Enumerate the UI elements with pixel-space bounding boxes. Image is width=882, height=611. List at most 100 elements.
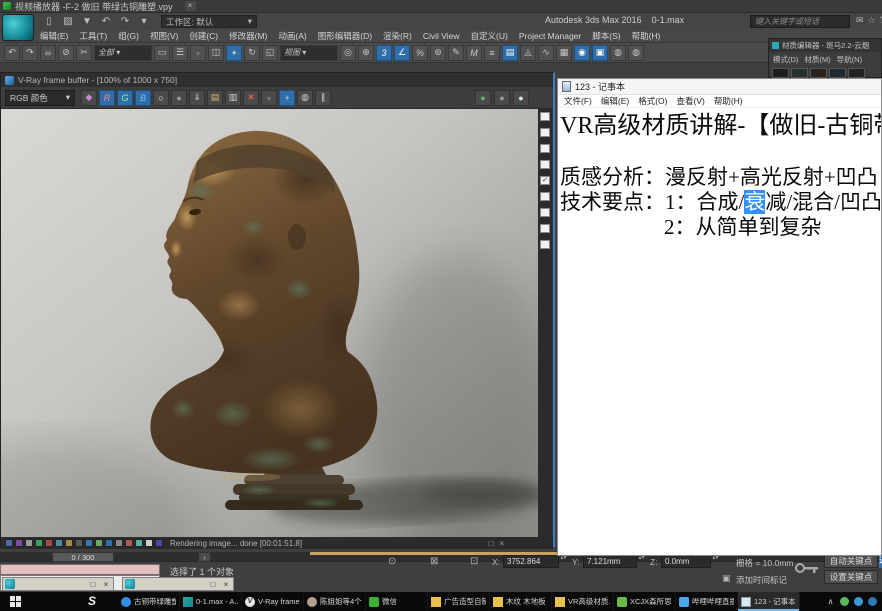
select-by-name-icon[interactable]: ☰: [172, 45, 188, 61]
select-and-rotate-icon[interactable]: ↻: [244, 45, 260, 61]
menu-item[interactable]: 渲染(R): [383, 30, 412, 42]
material-editor-titlebar[interactable]: 材质编辑器 - 斑马2.2-云烟: [769, 39, 881, 52]
tray-expand-icon[interactable]: ∧: [826, 597, 835, 606]
checkbox[interactable]: [540, 160, 550, 169]
load-image-icon[interactable]: ▤: [207, 90, 223, 106]
notepad-text-area[interactable]: VR高级材质讲解-【做旧-古铜带绿雕 质感分析：漫反射+高光反射+凹凸 技术要点…: [558, 108, 881, 240]
render-iterative-icon[interactable]: ◍: [628, 45, 644, 61]
vfb-status-icon[interactable]: [95, 539, 103, 547]
video-bar-close-button[interactable]: ×: [185, 1, 196, 11]
track-mouse-icon[interactable]: +: [279, 90, 295, 106]
window-crossing-icon[interactable]: ◫: [208, 45, 224, 61]
vfb-close-button[interactable]: ×: [499, 539, 504, 548]
new-scene-icon[interactable]: ▯: [42, 16, 56, 27]
material-editor-menu-item[interactable]: 导航(N): [837, 54, 862, 65]
set-key-button[interactable]: 设置关键点: [824, 570, 878, 584]
minimized-window-2[interactable]: □ ×: [122, 577, 234, 591]
copy-to-clipboard-icon[interactable]: ▥: [225, 90, 241, 106]
auto-key-button[interactable]: 自动关键点: [824, 554, 878, 568]
absolute-mode-icon[interactable]: ⊡: [470, 556, 478, 567]
max-application-menu-button[interactable]: [2, 14, 34, 41]
vfb-status-icon[interactable]: [145, 539, 153, 547]
unlink-selection-icon[interactable]: ⊘: [58, 45, 74, 61]
communication-center-icon[interactable]: ✉: [856, 15, 864, 26]
taskbar-item-folder-wood[interactable]: 木纹 木地板: [490, 592, 552, 611]
taskbar-item-browser[interactable]: 古铜带绿雕塑...: [118, 592, 180, 611]
clear-image-icon[interactable]: ✕: [243, 90, 259, 106]
undo-icon[interactable]: ↶: [99, 16, 113, 27]
taskbar-item-folder-ads[interactable]: 广告造型自制...: [428, 592, 490, 611]
vfb-status-icon[interactable]: [85, 539, 93, 547]
channel-select-dropdown[interactable]: RGB 颜色 ▾: [5, 90, 75, 106]
save-image-icon[interactable]: ⇓: [189, 90, 205, 106]
menu-item[interactable]: 脚本(S): [592, 30, 620, 42]
notepad-menu-item[interactable]: 格式(O): [638, 95, 667, 107]
checkbox[interactable]: ✓: [540, 176, 550, 185]
select-object-icon[interactable]: ▭: [154, 45, 170, 61]
menu-item[interactable]: 自定义(U): [471, 30, 508, 42]
percent-snap-icon[interactable]: %: [412, 45, 428, 61]
checkbox[interactable]: [540, 128, 550, 137]
taskbar-item-wechat[interactable]: 微信: [366, 592, 428, 611]
material-sample-slot[interactable]: [791, 68, 808, 78]
redo-scene-icon[interactable]: ↷: [22, 45, 38, 61]
taskbar-item-folder-vr[interactable]: VR高级材质...: [552, 592, 614, 611]
search-input[interactable]: 键入关键字或短语: [750, 15, 850, 28]
tray-green-icon[interactable]: [840, 597, 849, 606]
taskbar-item-live[interactable]: 哔哩哔哩直播...: [676, 592, 738, 611]
save-file-icon[interactable]: ▼: [80, 16, 94, 27]
qat-options-caret-icon[interactable]: ▾: [137, 16, 151, 27]
green-channel-icon[interactable]: G: [117, 90, 133, 106]
minimized-window-1[interactable]: □ ×: [2, 577, 114, 591]
y-coordinate-field[interactable]: 7.121mm: [583, 555, 637, 568]
z-spinner[interactable]: ▴▾: [712, 555, 719, 568]
render-setup-icon[interactable]: ◉: [574, 45, 590, 61]
menu-item[interactable]: Project Manager: [519, 31, 581, 41]
vfb-titlebar[interactable]: V-Ray frame buffer - [100% of 1000 x 750…: [1, 73, 553, 87]
menu-item[interactable]: 图形编辑器(D): [318, 30, 372, 42]
edit-named-selection-icon[interactable]: ✎: [448, 45, 464, 61]
time-slider-handle[interactable]: 0 / 300: [52, 552, 114, 562]
region-render-icon[interactable]: ◍: [297, 90, 313, 106]
vfb-status-icon[interactable]: [5, 539, 13, 547]
material-sample-slot[interactable]: [829, 68, 846, 78]
vfb-status-icon[interactable]: [75, 539, 83, 547]
vfb-status-icon[interactable]: [65, 539, 73, 547]
bind-to-spacewarp-icon[interactable]: ✂: [76, 45, 92, 61]
checkbox[interactable]: [540, 112, 550, 121]
lock-selection-icon[interactable]: ⊠: [430, 556, 438, 567]
monochrome-icon[interactable]: ●: [171, 90, 187, 106]
vfb-status-icon[interactable]: [105, 539, 113, 547]
close-icon[interactable]: ×: [101, 580, 111, 589]
y-spinner[interactable]: ▴▾: [638, 555, 645, 568]
graphite-ribbon-icon[interactable]: ◬: [520, 45, 536, 61]
vfb-status-icon[interactable]: [15, 539, 23, 547]
material-editor-menu-item[interactable]: 模式(D): [773, 54, 798, 65]
select-and-manipulate-icon[interactable]: ⊕: [358, 45, 374, 61]
taskbar-item-vray[interactable]: V V-Ray frame...: [242, 592, 304, 611]
duplicate-to-host-icon[interactable]: ▫: [261, 90, 277, 106]
notepad-menu-item[interactable]: 查看(V): [676, 95, 704, 107]
red-channel-icon[interactable]: R: [99, 90, 115, 106]
checkbox[interactable]: [540, 240, 550, 249]
reference-coordsys-dropdown[interactable]: 视图 ▾: [280, 45, 338, 61]
app-s-logo-button[interactable]: S: [88, 594, 96, 608]
menu-item[interactable]: 工具(T): [79, 30, 107, 42]
checkbox[interactable]: [540, 192, 550, 201]
align-icon[interactable]: ≡: [484, 45, 500, 61]
material-editor-menu-item[interactable]: 材质(M): [804, 54, 830, 65]
selection-filter-dropdown[interactable]: 全部 ▾: [94, 45, 152, 61]
use-pivot-center-icon[interactable]: ◎: [340, 45, 356, 61]
taskbar-item-green-app[interactable]: XCJX森所思...: [614, 592, 676, 611]
taskbar-item-chat[interactable]: 陈姐姐等4个...: [304, 592, 366, 611]
maximize-icon[interactable]: □: [208, 580, 218, 589]
maximize-icon[interactable]: □: [88, 580, 98, 589]
angle-snap-icon[interactable]: ∠: [394, 45, 410, 61]
rectangular-region-icon[interactable]: ▫: [190, 45, 206, 61]
select-and-move-icon[interactable]: +: [226, 45, 242, 61]
snaps-toggle-icon[interactable]: 3: [376, 45, 392, 61]
vfb-status-icon[interactable]: [155, 539, 163, 547]
material-sample-slot[interactable]: [810, 68, 827, 78]
layer-explorer-icon[interactable]: ▤: [502, 45, 518, 61]
taskbar-item-3dsmax[interactable]: 0-1.max - A...: [180, 592, 242, 611]
